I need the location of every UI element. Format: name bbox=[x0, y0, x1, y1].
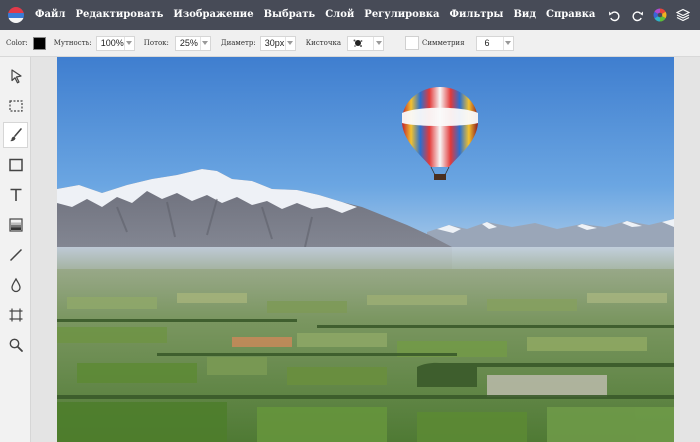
gradient-icon[interactable] bbox=[3, 212, 28, 238]
color-label: Color: bbox=[6, 39, 28, 47]
diameter-value: 30px bbox=[264, 38, 285, 48]
drop-icon[interactable] bbox=[3, 272, 28, 298]
color-swatch[interactable] bbox=[32, 36, 46, 50]
image-canvas[interactable] bbox=[57, 57, 674, 442]
redo-icon[interactable] bbox=[630, 8, 644, 22]
app-logo-icon bbox=[8, 7, 24, 23]
rectangle-icon[interactable] bbox=[3, 152, 28, 178]
crop-icon[interactable] bbox=[3, 302, 28, 328]
flow-select[interactable]: 25% bbox=[174, 35, 211, 51]
chevron-down-icon bbox=[123, 36, 134, 50]
menu-adjust[interactable]: Регулировка bbox=[359, 0, 444, 30]
tool-options-bar: Color: Мутность: 100% Поток: 25% Диаметр… bbox=[0, 30, 700, 57]
color-wheel-icon[interactable] bbox=[653, 8, 667, 22]
symmetry-label: Симметрия bbox=[422, 39, 465, 47]
chevron-down-icon bbox=[373, 36, 383, 50]
opacity-value: 100% bbox=[100, 38, 124, 48]
undo-icon[interactable] bbox=[607, 8, 621, 22]
diameter-label: Диаметр: bbox=[220, 39, 256, 47]
opacity-label: Мутность: bbox=[53, 39, 92, 47]
menu-edit[interactable]: Редактировать bbox=[70, 0, 168, 30]
zoom-icon[interactable] bbox=[3, 332, 28, 358]
flow-label: Поток: bbox=[143, 39, 169, 47]
menu-filters[interactable]: Фильтры bbox=[445, 0, 509, 30]
symmetry-select[interactable]: 6 bbox=[475, 35, 514, 51]
marquee-icon[interactable] bbox=[3, 93, 28, 119]
symmetry-checkbox[interactable] bbox=[405, 36, 420, 50]
menu-select[interactable]: Выбрать bbox=[259, 0, 321, 30]
menu-layer[interactable]: Слой bbox=[320, 0, 359, 30]
landscape-photo bbox=[57, 57, 674, 442]
brush-label: Кисточка bbox=[305, 39, 342, 47]
flow-value: 25% bbox=[179, 38, 198, 48]
tools-panel bbox=[0, 57, 31, 442]
brush-select[interactable] bbox=[347, 35, 385, 51]
diameter-select[interactable]: 30px bbox=[259, 35, 296, 51]
line-icon[interactable] bbox=[3, 242, 28, 268]
text-icon[interactable] bbox=[3, 182, 28, 208]
brush-preview-icon bbox=[348, 38, 373, 48]
opacity-select[interactable]: 100% bbox=[95, 35, 135, 51]
chevron-down-icon bbox=[284, 36, 295, 50]
menu-image[interactable]: Изображение bbox=[168, 0, 258, 30]
layers-icon[interactable] bbox=[676, 8, 690, 22]
main-menu: Файл Редактировать Изображение Выбрать С… bbox=[30, 0, 600, 30]
brush-icon[interactable] bbox=[3, 122, 28, 148]
menu-help[interactable]: Справка bbox=[541, 0, 600, 30]
chevron-down-icon bbox=[502, 36, 513, 50]
menu-bar: Файл Редактировать Изображение Выбрать С… bbox=[0, 0, 700, 30]
menu-file[interactable]: Файл bbox=[30, 0, 70, 30]
chevron-down-icon bbox=[199, 36, 210, 50]
symmetry-value: 6 bbox=[484, 38, 490, 48]
select-arrow-icon[interactable] bbox=[3, 63, 28, 89]
menu-view[interactable]: Вид bbox=[508, 0, 541, 30]
